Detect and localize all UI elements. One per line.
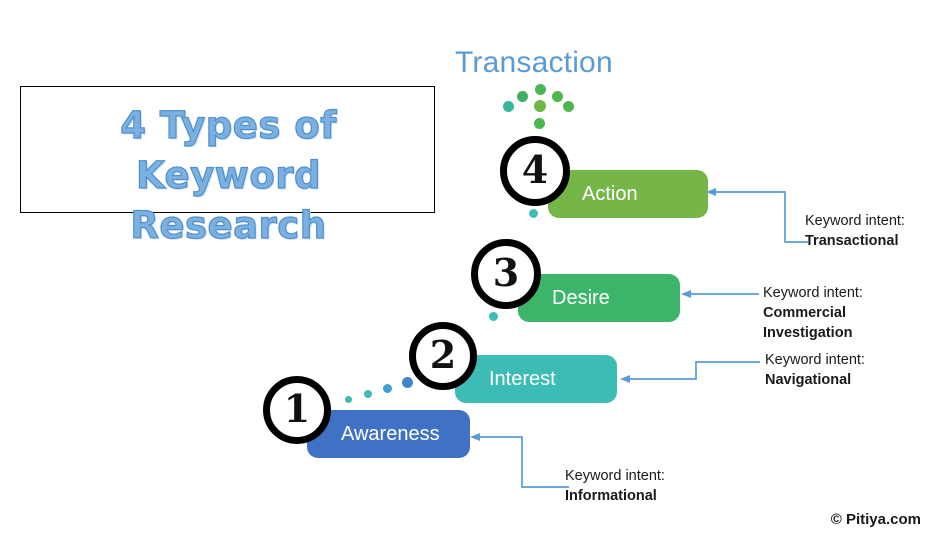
callout-lead-commercial: Keyword intent: bbox=[763, 285, 863, 301]
callout-transactional: Keyword intent: Transactional bbox=[805, 211, 905, 251]
stage-number-4-text: 4 bbox=[521, 147, 549, 192]
callout-lead-informational: Keyword intent: bbox=[565, 468, 665, 484]
title-box: 4 Types of Keyword Research bbox=[20, 86, 435, 248]
chevron-dot-bottom bbox=[534, 118, 545, 129]
stage-bar-desire[interactable]: Desire bbox=[518, 274, 680, 322]
callout-informational: Keyword intent: Informational bbox=[565, 466, 665, 506]
callout-intent-commercial-line2: Investigation bbox=[763, 325, 853, 341]
stage-label-awareness: Awareness bbox=[341, 422, 440, 445]
stage-label-interest: Interest bbox=[489, 367, 556, 390]
stage-label-desire: Desire bbox=[552, 286, 610, 309]
stage-number-2[interactable]: 2 bbox=[409, 322, 477, 390]
callout-connector-navigational bbox=[620, 361, 760, 383]
trail-dot-d bbox=[402, 377, 413, 388]
trail-dot-c bbox=[383, 384, 392, 393]
chevron-dot-outer-left bbox=[503, 101, 514, 112]
stage-bar-interest[interactable]: Interest bbox=[455, 355, 617, 403]
stage-number-3[interactable]: 3 bbox=[471, 239, 541, 309]
chevron-dot-top bbox=[535, 84, 546, 95]
trail-dot-b bbox=[364, 390, 372, 398]
stage-bar-awareness[interactable]: Awareness bbox=[307, 410, 470, 458]
stage-number-4[interactable]: 4 bbox=[500, 136, 570, 206]
stage-number-2-text: 2 bbox=[429, 332, 457, 377]
chevron-dot-outer-right bbox=[563, 101, 574, 112]
callout-connector-commercial bbox=[681, 290, 759, 298]
page-title: 4 Types of Keyword Research bbox=[21, 101, 436, 251]
credit-text: © Pitiya.com bbox=[830, 511, 921, 528]
title-line-1: 4 Types of Keyword bbox=[120, 103, 337, 197]
stage-bar-action[interactable]: Action bbox=[548, 170, 708, 218]
callout-intent-informational: Informational bbox=[565, 488, 657, 504]
stage-number-1-text: 1 bbox=[283, 386, 311, 431]
callout-connector-informational bbox=[470, 433, 569, 488]
chevron-dot-center bbox=[534, 100, 546, 112]
callout-intent-commercial-line1: Commercial bbox=[763, 305, 847, 321]
callout-lead-navigational: Keyword intent: bbox=[765, 352, 865, 368]
callout-lead-transactional: Keyword intent: bbox=[805, 213, 905, 229]
callout-commercial-investigation: Keyword intent: Commercial Investigation bbox=[763, 283, 863, 343]
stage-number-3-text: 3 bbox=[492, 250, 520, 295]
callout-navigational: Keyword intent: Navigational bbox=[765, 350, 865, 390]
callout-intent-navigational: Navigational bbox=[765, 372, 852, 388]
infographic-canvas: 4 Types of Keyword Research Transaction … bbox=[0, 0, 939, 540]
callout-connector-transactional bbox=[706, 188, 808, 243]
callout-intent-transactional: Transactional bbox=[805, 233, 899, 249]
stage-number-1[interactable]: 1 bbox=[263, 376, 331, 444]
chevron-dot-upper-right bbox=[552, 91, 563, 102]
trail-dot-4 bbox=[529, 209, 538, 218]
trail-dot-a bbox=[345, 396, 352, 403]
trail-dot-3 bbox=[489, 312, 498, 321]
transaction-heading: Transaction bbox=[455, 46, 613, 79]
stage-label-action: Action bbox=[582, 182, 638, 205]
chevron-dot-upper-left bbox=[517, 91, 528, 102]
title-line-2: Research bbox=[130, 203, 327, 247]
